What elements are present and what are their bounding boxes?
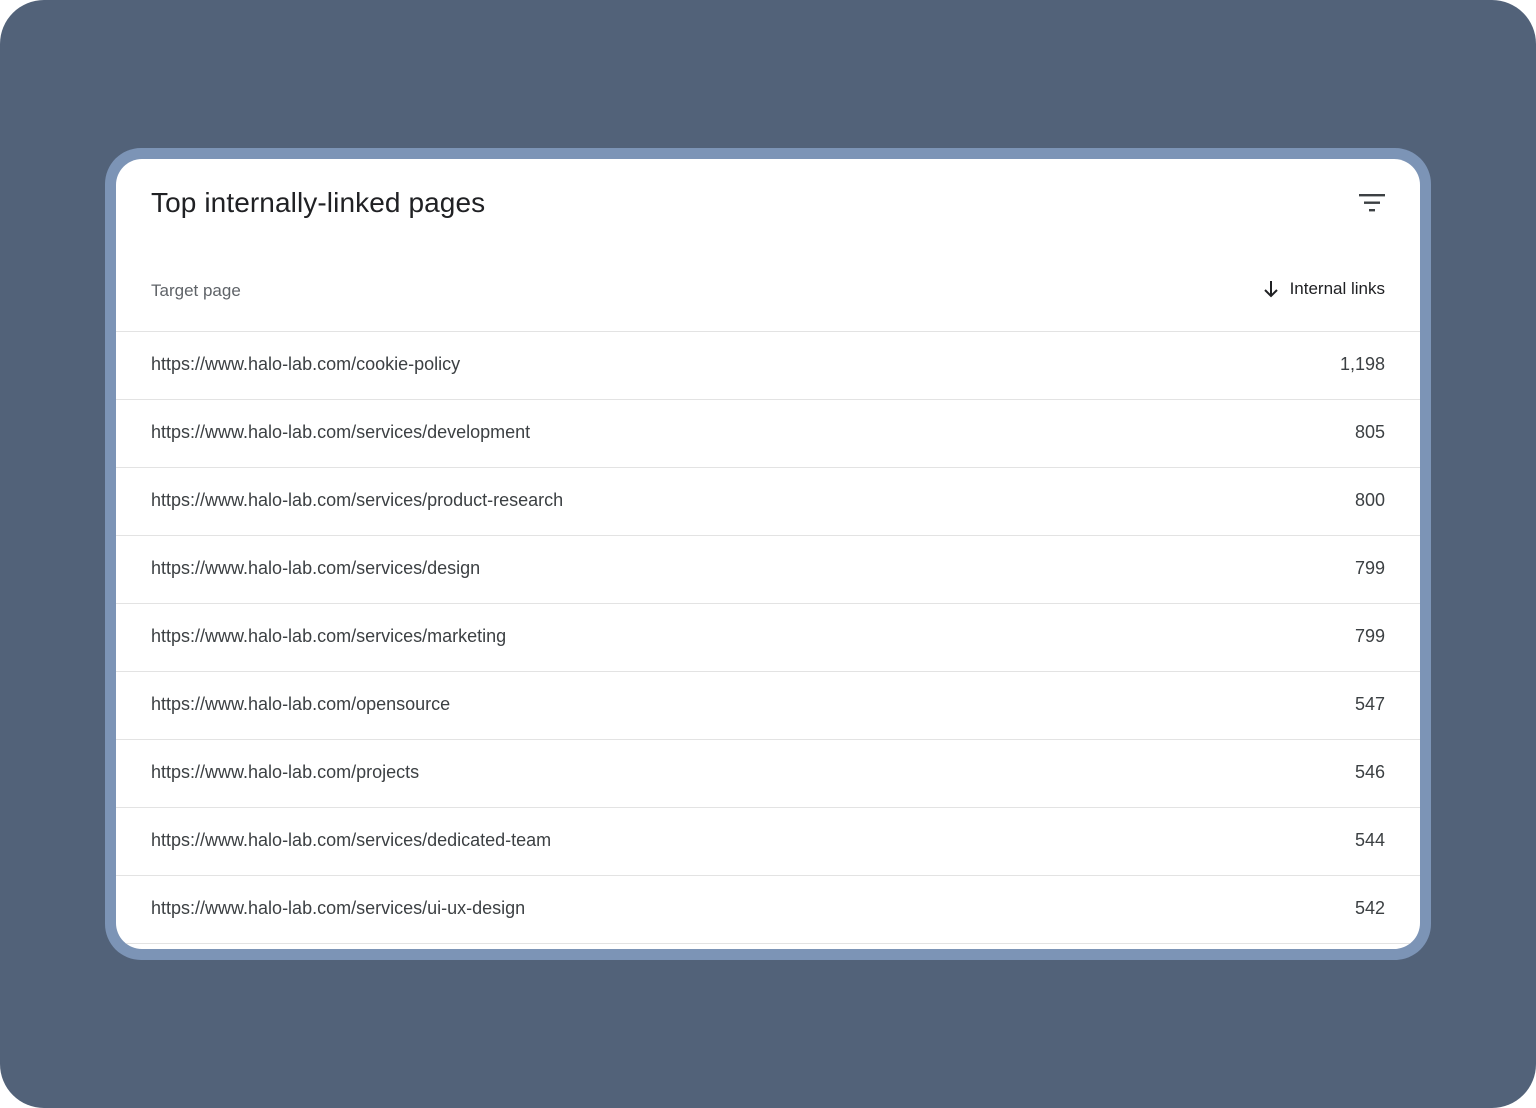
- card-title: Top internally-linked pages: [151, 187, 486, 218]
- table-row[interactable]: https://www.halo-lab.com/services/ui-ux-…: [116, 876, 1420, 944]
- column-header-internal-links[interactable]: Internal links: [1262, 279, 1385, 299]
- table-row[interactable]: https://www.halo-lab.com/services/develo…: [116, 400, 1420, 468]
- card-header: Top internally-linked pages: [116, 159, 1420, 249]
- table-row[interactable]: https://www.halo-lab.com/opensource 547: [116, 672, 1420, 740]
- target-page-url[interactable]: https://www.halo-lab.com/services/ui-ux-…: [151, 898, 525, 919]
- table-row[interactable]: https://www.halo-lab.com/projects 546: [116, 740, 1420, 808]
- filter-icon: [1358, 192, 1386, 214]
- target-page-url[interactable]: https://www.halo-lab.com/services/dedica…: [151, 830, 551, 851]
- target-page-url[interactable]: https://www.halo-lab.com/services/design: [151, 558, 480, 579]
- table-row[interactable]: https://www.halo-lab.com/services/produc…: [116, 468, 1420, 536]
- target-page-url[interactable]: https://www.halo-lab.com/services/market…: [151, 626, 506, 647]
- table-row[interactable]: https://www.halo-lab.com/cookie-policy 1…: [116, 332, 1420, 400]
- card-frame: Top internally-linked pages Target page: [105, 148, 1431, 960]
- table-body: https://www.halo-lab.com/cookie-policy 1…: [116, 332, 1420, 944]
- internal-links-count: 547: [1354, 694, 1385, 714]
- table-header: Target page Internal links: [116, 249, 1420, 332]
- column-header-target-page: Target page: [151, 281, 241, 300]
- table-row[interactable]: https://www.halo-lab.com/services/market…: [116, 604, 1420, 672]
- target-page-url[interactable]: https://www.halo-lab.com/services/develo…: [151, 422, 530, 443]
- internal-links-label: Internal links: [1289, 279, 1385, 298]
- internal-links-count: 544: [1354, 830, 1385, 850]
- target-page-url[interactable]: https://www.halo-lab.com/cookie-policy: [151, 354, 460, 375]
- top-linked-pages-card: Top internally-linked pages Target page: [116, 159, 1420, 949]
- internal-links-count: 799: [1354, 558, 1385, 578]
- internal-links-count: 805: [1354, 422, 1385, 442]
- internal-links-count: 799: [1354, 626, 1385, 646]
- target-page-url[interactable]: https://www.halo-lab.com/opensource: [151, 694, 450, 715]
- page-backdrop: Top internally-linked pages Target page: [0, 0, 1536, 1108]
- table-row[interactable]: https://www.halo-lab.com/services/design…: [116, 536, 1420, 604]
- internal-links-count: 542: [1354, 898, 1385, 918]
- internal-links-count: 1,198: [1339, 354, 1385, 374]
- target-page-url[interactable]: https://www.halo-lab.com/services/produc…: [151, 490, 563, 511]
- target-page-url[interactable]: https://www.halo-lab.com/projects: [151, 762, 419, 783]
- filter-button[interactable]: [1352, 183, 1392, 223]
- arrow-down-icon: [1262, 279, 1280, 299]
- internal-links-count: 546: [1354, 762, 1385, 782]
- internal-links-count: 800: [1354, 490, 1385, 510]
- table-row[interactable]: https://www.halo-lab.com/services/dedica…: [116, 808, 1420, 876]
